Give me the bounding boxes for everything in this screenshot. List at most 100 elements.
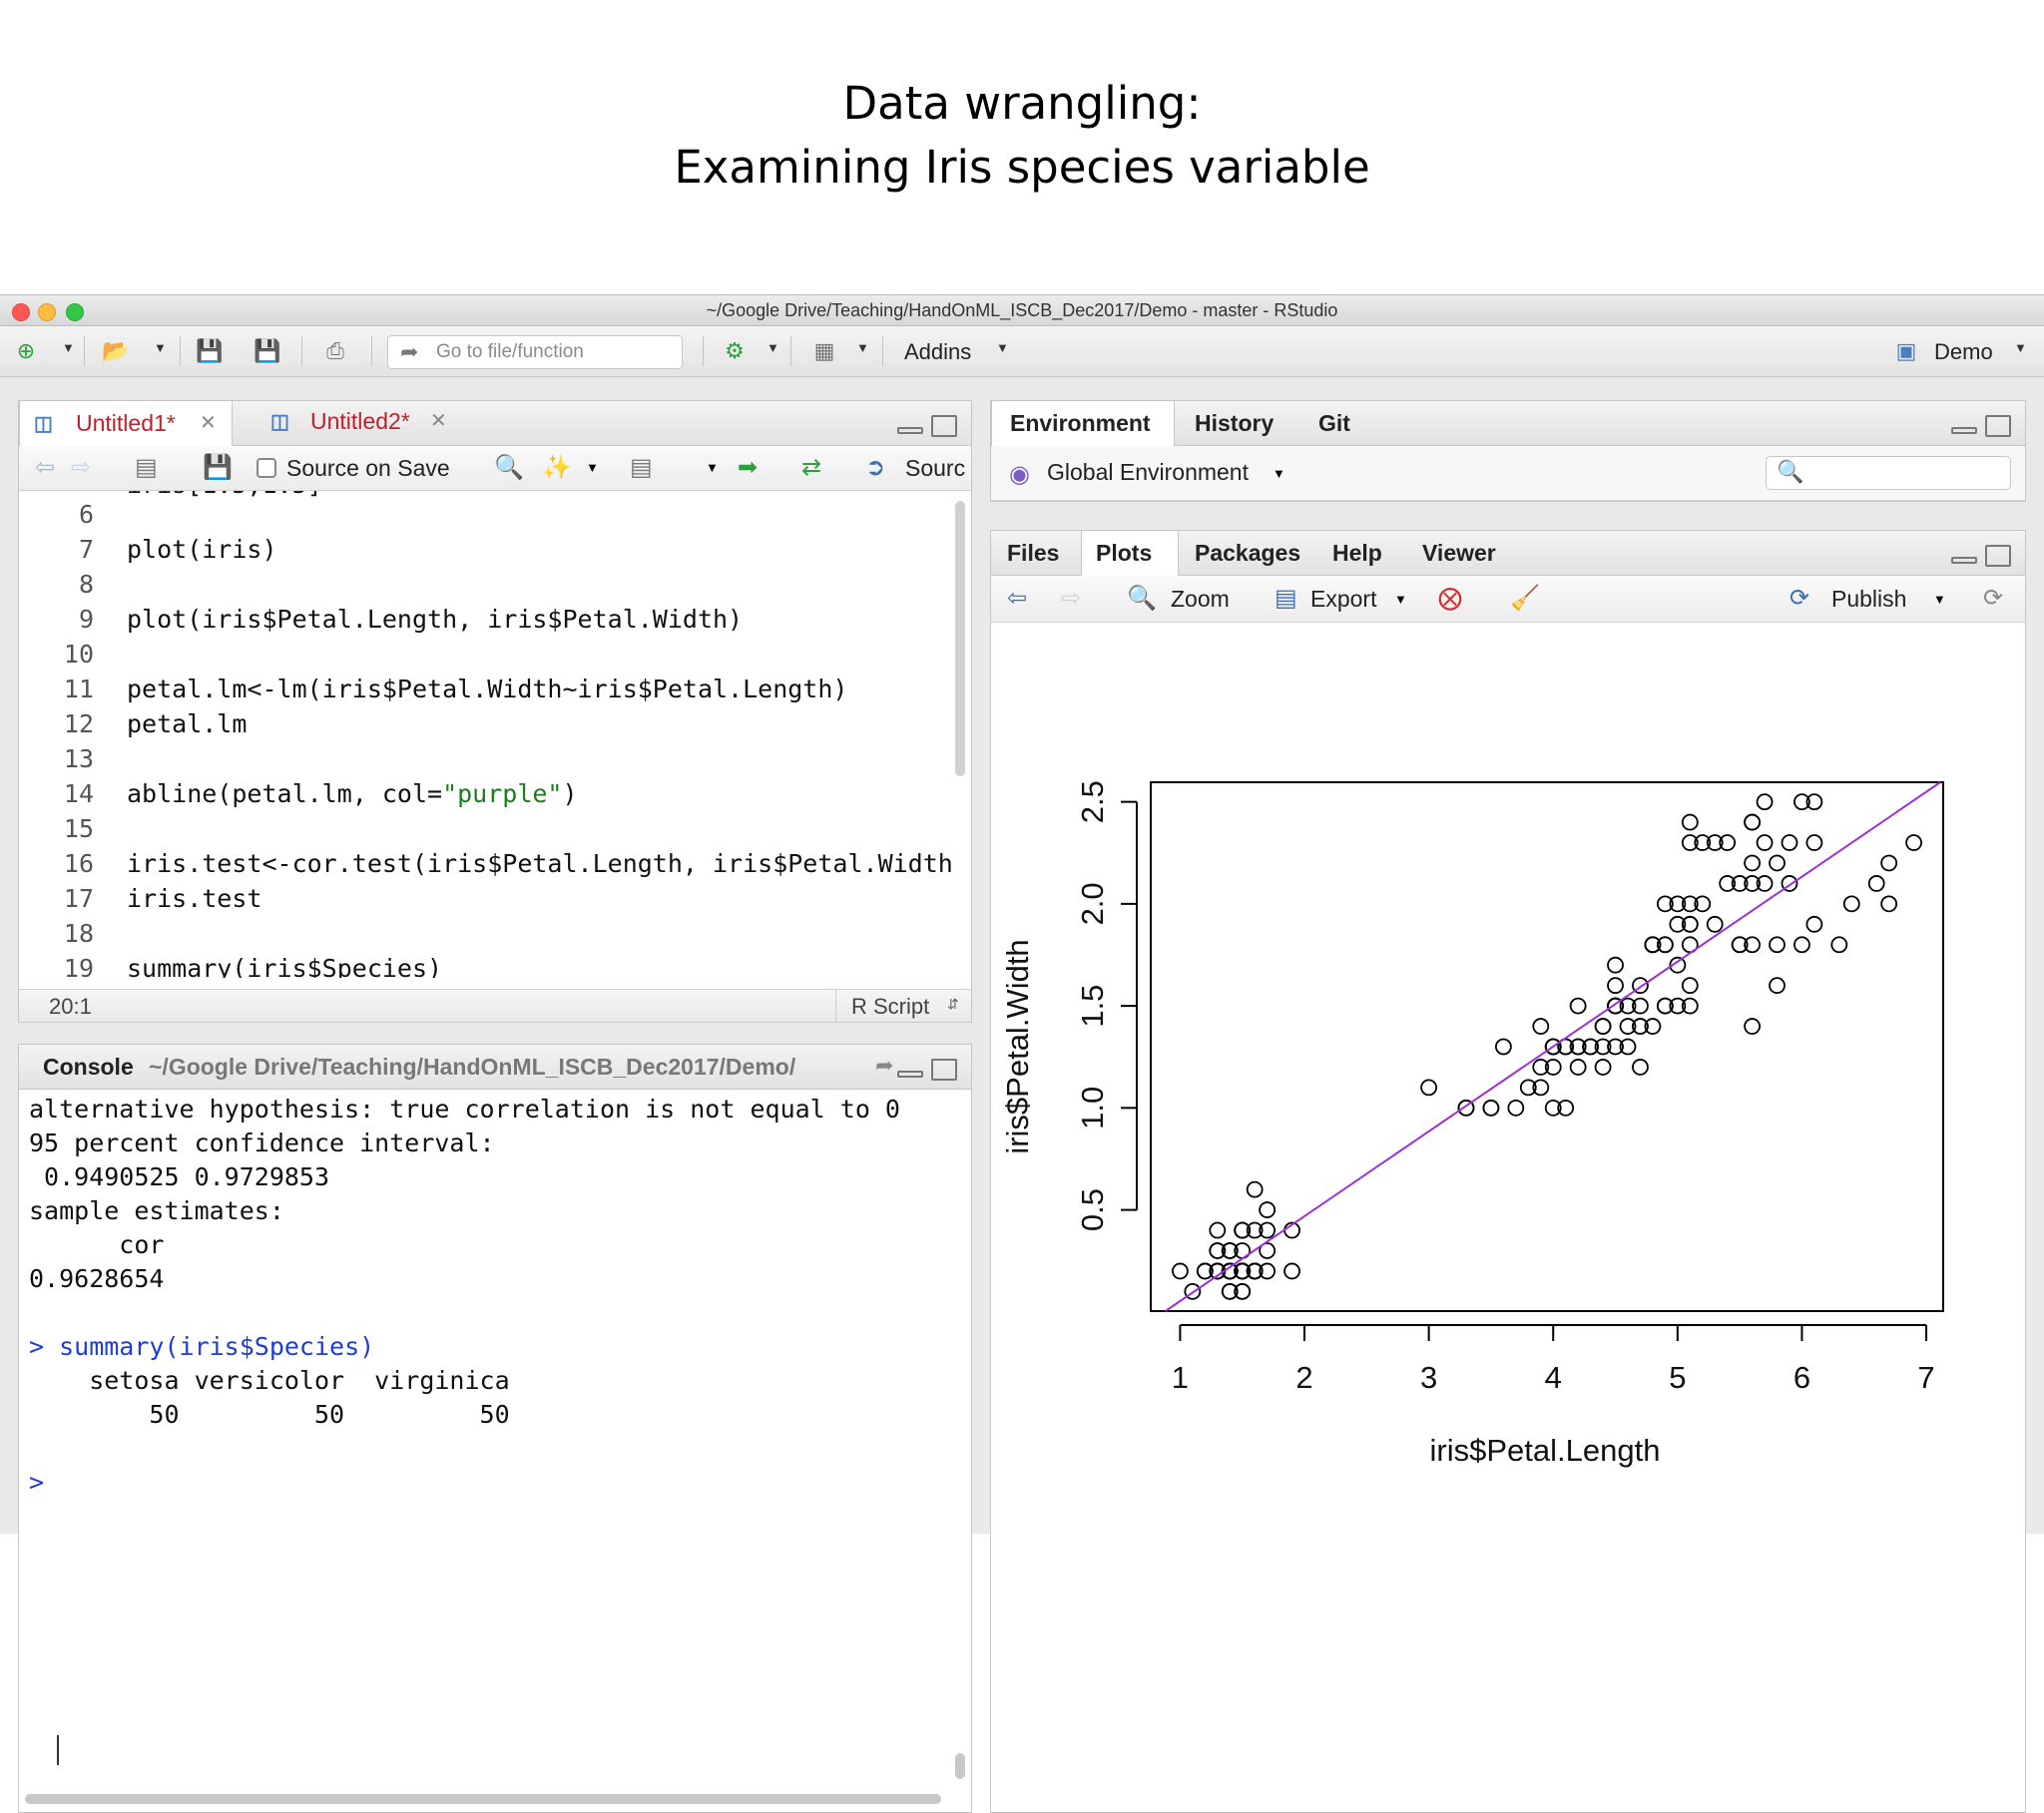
compile-report-icon[interactable]: ▤ [630,453,653,483]
maximize-pane-icon[interactable] [931,415,957,437]
source-button[interactable]: Sourc [905,455,965,482]
toolbar-divider [882,336,883,366]
source-tabbar: ◫ Untitled1* ✕ ◫ Untitled2* ✕ [19,401,971,446]
status-divider [835,990,836,1022]
chevron-down-icon[interactable]: ▼ [62,340,75,355]
chevron-down-icon[interactable]: ▼ [996,340,1009,355]
environment-search-input[interactable]: 🔍 [1766,456,2011,490]
chevron-down-icon[interactable]: ▼ [1394,592,1407,607]
tab-git[interactable]: Git [1308,401,1368,445]
chevron-down-icon[interactable]: ▼ [1933,592,1946,607]
tab-untitled2[interactable]: ◫ Untitled2* ✕ [251,401,450,445]
file-type-select[interactable]: R Script [851,994,929,1020]
tab-plots[interactable]: Plots [1081,531,1179,576]
forward-arrow-icon[interactable]: ⇨ [71,453,91,483]
run-line-icon[interactable]: ➡ [738,453,758,483]
editor-scrollbar[interactable] [955,501,965,776]
maximize-pane-icon[interactable] [1985,545,2011,567]
refresh-icon[interactable]: ⟳ [1983,584,2003,614]
goto-file-input[interactable]: ➦ Go to file/function [387,335,683,369]
maximize-pane-icon[interactable] [931,1059,957,1081]
console-working-dir[interactable]: ~/Google Drive/Teaching/HandOnML_ISCB_De… [149,1054,795,1081]
tab-packages[interactable]: Packages [1185,531,1312,575]
line-number: 13 [63,744,94,773]
r-file-icon: ◫ [34,413,53,435]
console-cursor [57,1735,59,1765]
x-tick-label: 5 [1669,1360,1686,1395]
close-tab-icon[interactable]: ✕ [200,410,217,435]
console-output[interactable]: alternative hypothesis: true correlation… [19,1093,957,1771]
rerun-icon[interactable]: ⇄ [801,453,821,483]
addins-menu[interactable]: Addins [904,339,971,365]
chevron-down-icon[interactable]: ▼ [856,340,869,355]
chevron-down-icon[interactable]: ▼ [154,340,167,355]
show-in-window-icon[interactable]: ▤ [135,453,158,483]
console-h-scrollbar[interactable] [25,1794,941,1804]
code-editor[interactable]: iris[1:5,1:5] 67plot(iris)89plot(iris$Pe… [19,491,957,978]
next-plot-icon[interactable]: ⇨ [1061,584,1081,614]
console-title[interactable]: Console [43,1054,134,1081]
zoom-button[interactable]: Zoom [1171,586,1230,613]
source-icon[interactable]: ➲ [865,453,885,483]
console-pane: Console ~/Google Drive/Teaching/HandOnML… [18,1044,972,1813]
tab-environment[interactable]: Environment [991,401,1175,446]
chevron-down-icon[interactable]: ▼ [1273,466,1285,481]
data-point [1569,1059,1587,1076]
tab-files[interactable]: Files [991,531,1079,575]
minimize-pane-icon[interactable] [897,1071,923,1078]
data-point [1744,1018,1762,1035]
data-point [1781,834,1798,851]
chevron-down-icon[interactable]: ▼ [766,340,779,355]
chevron-down-icon[interactable]: ▼ [586,460,599,475]
search-icon[interactable]: 🔍 [494,453,524,483]
zoom-icon[interactable]: 🔍 [1127,584,1157,614]
magic-wand-icon[interactable]: ✨ [542,453,572,483]
save-icon[interactable]: 💾 [196,338,224,364]
print-icon[interactable]: ⎙ [321,338,349,364]
minimize-pane-icon[interactable] [1951,427,1977,434]
y-tick-label: 2.0 [1075,882,1110,925]
publish-icon[interactable]: ⟳ [1789,584,1809,614]
x-tick-label: 7 [1917,1360,1934,1395]
pane-window-controls[interactable] [897,1059,957,1083]
pane-window-controls[interactable] [1951,545,2011,569]
chevron-down-icon[interactable]: ▼ [2014,340,2027,355]
toolbar-divider [84,336,85,366]
tab-help[interactable]: Help [1320,531,1400,575]
remove-plot-icon[interactable]: ⨂ [1438,584,1462,614]
vcs-icon[interactable]: ⚙ [721,338,749,364]
data-point [1607,977,1624,995]
pane-window-controls[interactable] [1951,415,2011,439]
project-menu[interactable]: Demo [1934,339,1993,365]
export-button[interactable]: Export [1310,586,1376,613]
maximize-pane-icon[interactable] [1985,415,2011,437]
x-tick-label: 1 [1172,1360,1189,1395]
publish-button[interactable]: Publish [1831,586,1906,613]
previous-plot-icon[interactable]: ⇦ [1007,584,1027,614]
tab-history[interactable]: History [1185,401,1294,445]
new-file-icon[interactable]: ⊕ [12,338,40,364]
save-all-icon[interactable]: 💾 [254,338,281,364]
export-icon[interactable]: ▤ [1275,584,1297,614]
back-arrow-icon[interactable]: ⇦ [35,453,55,483]
save-icon[interactable]: 💾 [203,453,233,483]
minimize-pane-icon[interactable] [1951,557,1977,564]
source-on-save-checkbox[interactable] [256,458,276,478]
global-environment-select[interactable]: Global Environment [1047,459,1249,486]
console-v-scrollbar[interactable] [955,1753,965,1779]
x-tick-label: 6 [1793,1360,1810,1395]
pane-window-controls[interactable] [897,415,957,439]
minimize-pane-icon[interactable] [897,427,923,434]
data-point [1769,854,1786,872]
grid-layout-icon[interactable]: ▦ [810,338,838,364]
slide-title-line-2: Examining Iris species variable [674,141,1370,194]
broom-clear-icon[interactable]: 🧹 [1510,584,1540,614]
chevron-down-icon[interactable]: ▼ [706,460,719,475]
tab-label: Untitled1* [76,410,176,436]
open-folder-icon[interactable]: 📂 [102,338,130,364]
tab-untitled1[interactable]: ◫ Untitled1* ✕ [19,401,233,446]
close-tab-icon[interactable]: ✕ [430,408,447,433]
regression-line [1165,781,1941,1312]
tab-viewer[interactable]: Viewer [1410,531,1510,575]
goto-dir-arrow-icon[interactable]: ➦ [875,1053,893,1079]
